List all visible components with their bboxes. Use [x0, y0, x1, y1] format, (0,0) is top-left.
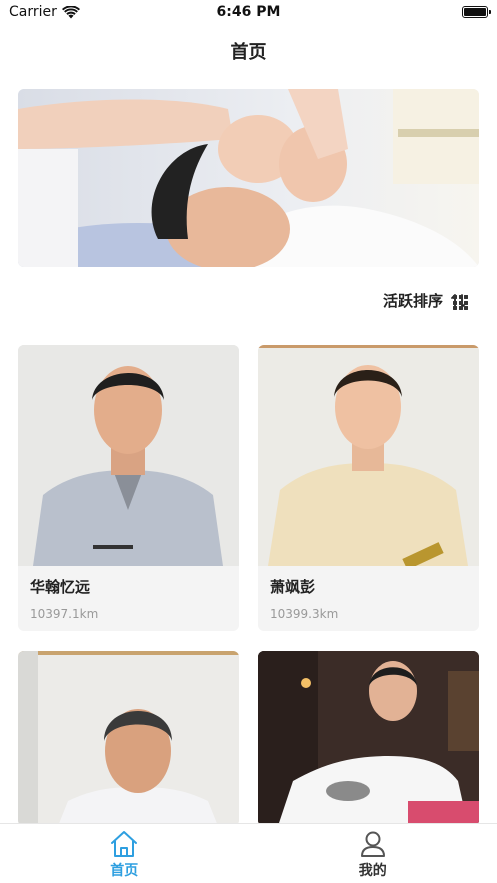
- portrait-man-white-shirt: [18, 651, 239, 826]
- tab-mine-label: 我的: [358, 863, 387, 879]
- tab-bar: 首页 我的: [0, 823, 497, 883]
- therapist-name: 华翰忆远: [30, 578, 91, 596]
- therapist-photo: [258, 651, 479, 826]
- therapist-card[interactable]: [18, 651, 239, 826]
- portrait-man-grey-tangzhuang: [18, 345, 239, 566]
- therapist-card[interactable]: [258, 651, 479, 826]
- page-title: 首页: [230, 42, 267, 63]
- therapist-photo: [18, 651, 239, 826]
- therapist-photo: [258, 345, 479, 566]
- therapist-distance: 10397.1km: [30, 607, 99, 621]
- battery-icon: [462, 6, 491, 18]
- therapist-name: 萧飒彭: [270, 578, 316, 596]
- therapist-card[interactable]: 华翰忆远 10397.1km: [18, 345, 239, 631]
- sort-label: 活跃排序: [382, 292, 443, 310]
- user-icon: [360, 831, 385, 857]
- therapist-card[interactable]: 萧飒彭 10399.3km: [258, 345, 479, 631]
- tab-home[interactable]: 首页: [0, 824, 249, 883]
- grid-view-icon[interactable]: [453, 295, 468, 310]
- portrait-man-moxibustion: [258, 651, 479, 826]
- status-bar: Carrier 6:46 PM: [0, 0, 497, 26]
- tab-mine[interactable]: 我的: [249, 824, 497, 883]
- status-time: 6:46 PM: [216, 4, 281, 20]
- banner-image[interactable]: [18, 89, 479, 267]
- home-icon: [111, 831, 138, 857]
- therapist-distance: 10399.3km: [270, 607, 339, 621]
- facial-massage-photo: [18, 89, 479, 267]
- portrait-man-beige-tangzhuang: [258, 345, 479, 566]
- tab-home-label: 首页: [110, 863, 139, 879]
- therapist-photo: [18, 345, 239, 566]
